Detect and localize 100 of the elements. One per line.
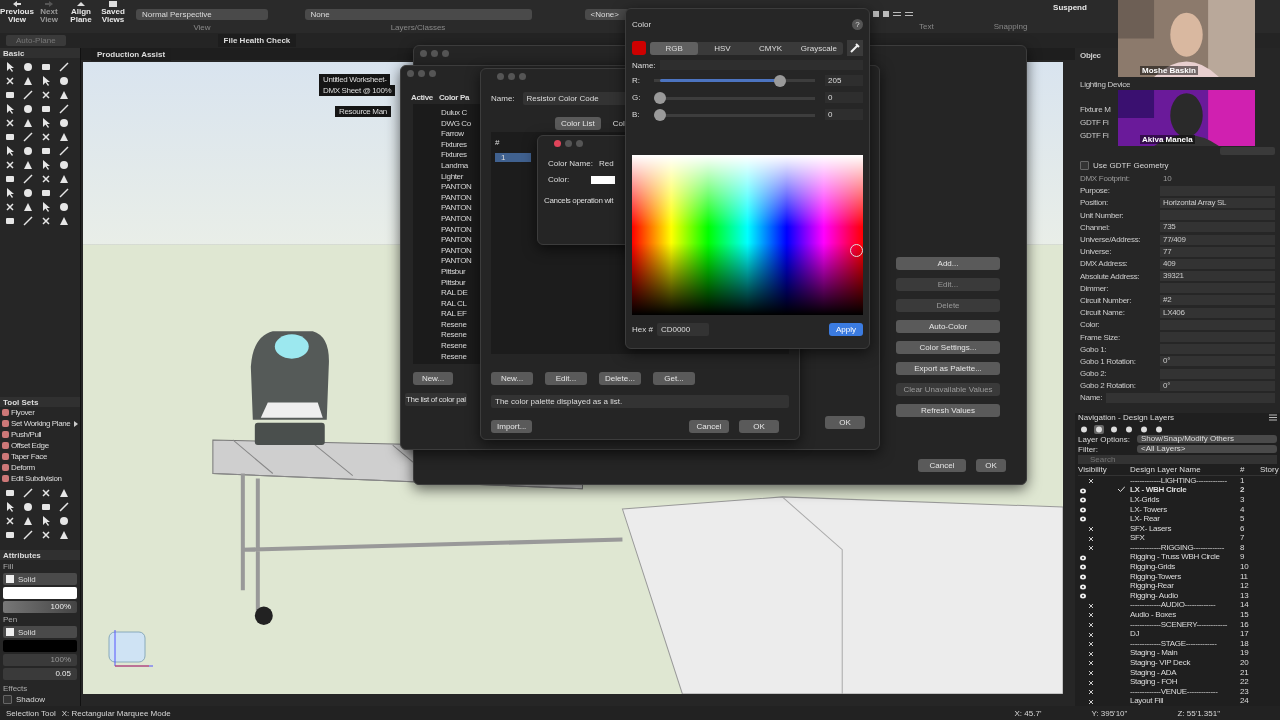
cancel-button[interactable]: Cancel (689, 420, 729, 433)
layer-name[interactable]: LX - WBH Circle (1130, 486, 1240, 495)
arrow-icon[interactable] (4, 61, 16, 73)
channel-value[interactable]: 0 (825, 92, 863, 103)
layer-name[interactable]: Staging - ADA (1130, 668, 1240, 678)
line-icon[interactable] (22, 173, 34, 185)
layer-name[interactable]: -------------SCENERY------------- (1130, 620, 1240, 630)
line-icon[interactable] (22, 487, 34, 499)
line-icon[interactable] (22, 215, 34, 227)
channel-value[interactable]: 0 (825, 109, 863, 120)
arrow-icon[interactable] (40, 75, 52, 87)
palette-name[interactable]: RAL DE (441, 288, 468, 298)
tool-set-item[interactable]: Set Working Plane (0, 418, 80, 429)
circle-icon[interactable] (22, 61, 34, 73)
triangle-icon[interactable] (22, 159, 34, 171)
hidden-icon[interactable] (1088, 698, 1094, 705)
mode-tab[interactable]: RGB (650, 41, 699, 55)
ok-button[interactable]: OK (976, 459, 1006, 472)
dialog-button[interactable]: Color Settings... (896, 341, 1000, 354)
property-field[interactable]: #2 (1160, 295, 1275, 306)
layer-name[interactable]: SFX- Lasers (1130, 524, 1240, 534)
layer-name[interactable]: Rigging-Grids (1130, 563, 1240, 572)
view-dropdown[interactable]: Normal Perspective (136, 9, 268, 20)
layer-name[interactable]: Staging - FOH (1130, 678, 1240, 687)
layer-name[interactable]: Audio - Boxes (1130, 611, 1240, 620)
palette-name[interactable]: Lighter (441, 171, 463, 182)
palette-name[interactable]: Dulux C (441, 108, 467, 118)
lighting-fixture-drawing[interactable] (250, 331, 329, 446)
property-field[interactable]: 409 (1160, 258, 1275, 269)
layer-dropdown[interactable]: None (304, 9, 532, 20)
help-button[interactable]: ? (852, 19, 863, 30)
cross-icon[interactable] (4, 201, 16, 213)
layer-name[interactable]: LX-Grids (1130, 495, 1240, 505)
hidden-icon[interactable] (1088, 660, 1094, 667)
mode-tab[interactable]: HSV (698, 41, 747, 55)
line-icon[interactable] (58, 501, 70, 513)
cross-icon[interactable] (40, 89, 52, 101)
ok-button[interactable]: OK (825, 416, 865, 429)
triangle-icon[interactable] (58, 529, 70, 541)
hidden-icon[interactable] (1088, 478, 1094, 485)
triangle-icon[interactable] (58, 89, 70, 101)
palette-name[interactable]: RAL CL (441, 298, 467, 309)
palette-name[interactable]: PANTON (441, 235, 472, 245)
hidden-icon[interactable] (1088, 641, 1094, 648)
cross-icon[interactable] (40, 529, 52, 541)
palette-name[interactable]: Fixtures (441, 150, 467, 160)
circle-icon[interactable] (58, 201, 70, 213)
square-icon[interactable] (4, 89, 16, 101)
circle-icon[interactable] (22, 103, 34, 115)
hidden-icon[interactable] (1088, 545, 1094, 552)
circle-icon[interactable] (22, 145, 34, 157)
layer-name[interactable]: Staging- VIP Deck (1130, 659, 1240, 668)
arrow-icon[interactable] (4, 103, 16, 115)
column-header[interactable]: Active (411, 93, 433, 102)
eye-icon[interactable] (1080, 506, 1086, 513)
cross-icon[interactable] (40, 487, 52, 499)
triangle-icon[interactable] (22, 75, 34, 87)
hidden-icon[interactable] (1088, 602, 1094, 609)
layer-name[interactable]: -------------AUDIO------------- (1130, 601, 1240, 611)
floating-palette-tab[interactable]: DMX Sheet @ 100% (319, 85, 396, 96)
property-field[interactable]: Horizontal Array SL (1160, 197, 1275, 208)
layer-name[interactable]: Rigging- Audio (1130, 591, 1240, 601)
mode-tab[interactable]: CMYK (746, 41, 795, 55)
fill-color-swatch[interactable] (3, 587, 77, 599)
apply-button[interactable]: Apply (829, 323, 863, 336)
square-icon[interactable] (40, 145, 52, 157)
square-icon[interactable] (4, 529, 16, 541)
shadow-checkbox[interactable] (3, 695, 12, 704)
line-weight-dropdown[interactable]: 0.05 (3, 668, 77, 680)
column-header[interactable]: Color Pa (438, 93, 470, 102)
hex-field[interactable]: CD0000 (656, 323, 709, 336)
layer-options-dropdown[interactable]: Show/Snap/Modify Others (1137, 435, 1277, 444)
palette-name[interactable]: PANTON (441, 192, 472, 203)
cross-icon[interactable] (4, 117, 16, 129)
line-icon[interactable] (22, 529, 34, 541)
line-icon[interactable] (58, 145, 70, 157)
property-field[interactable]: 735 (1160, 222, 1275, 233)
tool-set-item[interactable]: Deform (0, 462, 80, 473)
channel-value[interactable]: 205 (825, 75, 863, 86)
menu-icon[interactable] (1269, 414, 1277, 422)
cross-icon[interactable] (4, 515, 16, 527)
circle-icon[interactable] (58, 117, 70, 129)
palette-name[interactable]: PANTON (441, 203, 472, 213)
property-field[interactable]: 0° (1160, 380, 1275, 391)
palette-name[interactable]: Resene (441, 351, 467, 362)
ok-button[interactable]: OK (739, 420, 779, 433)
arrow-icon[interactable] (40, 159, 52, 171)
hidden-icon[interactable] (1088, 669, 1094, 676)
filter-dropdown[interactable]: <All Layers> (1137, 445, 1277, 454)
hidden-icon[interactable] (1088, 650, 1094, 657)
square-icon[interactable] (4, 215, 16, 227)
column-header[interactable]: Story (1260, 465, 1279, 475)
arrow-icon[interactable] (4, 145, 16, 157)
opacity-field[interactable]: 100% (3, 654, 77, 666)
triangle-icon[interactable] (58, 173, 70, 185)
text-format-icon[interactable] (873, 9, 913, 19)
eye-icon[interactable] (1080, 583, 1086, 590)
tool-set-item[interactable]: Push/Pull (0, 429, 80, 440)
triangle-icon[interactable] (22, 515, 34, 527)
tool-set-item[interactable]: Edit Subdivision (0, 473, 80, 484)
